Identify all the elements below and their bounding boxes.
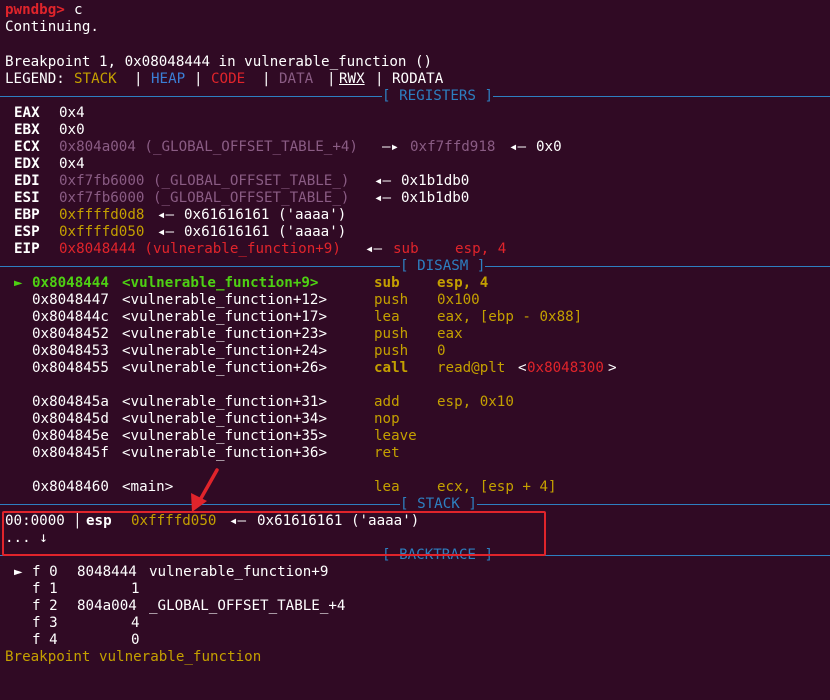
register-row: ESP 0xffffd050 ◂— 0x61616161 ('aaaa') xyxy=(14,224,347,240)
legend-sep: | xyxy=(327,71,336,87)
disasm-row: 0x8048452 <vulnerable_function+23> push … xyxy=(32,326,463,342)
breakpoint-line: Breakpoint 1, 0x08048444 in vulnerable_f… xyxy=(5,54,433,70)
register-row: EBX 0x0 xyxy=(14,122,85,138)
disasm-title: [ DISASM ] xyxy=(400,258,486,275)
disasm-row: 0x8048460 <main> lea ecx, [esp + 4] xyxy=(32,479,557,495)
register-row: ESI 0xf7fb6000 (_GLOBAL_OFFSET_TABLE_) ◂… xyxy=(14,190,470,206)
terminal-window[interactable]: pwndbg> c Continuing. Breakpoint 1, 0x08… xyxy=(0,0,830,668)
disasm-row-current: ► 0x8048444 <vulnerable_function+9> sub … xyxy=(14,275,489,291)
legend-line: LEGEND: STACK | HEAP | CODE | DATA | RWX… xyxy=(5,71,443,88)
legend-sep: | xyxy=(375,71,384,87)
legend-rodata: RODATA xyxy=(392,71,444,87)
backtrace-row: f 4 0 xyxy=(32,632,140,648)
legend-data: DATA xyxy=(279,71,314,87)
backtrace-row: f 3 4 xyxy=(32,615,140,631)
disasm-row: 0x8048455 <vulnerable_function+26> call … xyxy=(32,360,617,376)
register-row: EBP 0xffffd0d8 ◂— 0x61616161 ('aaaa') xyxy=(14,207,347,223)
prompt-label: pwndbg> xyxy=(5,2,65,18)
disasm-row: 0x804845d <vulnerable_function+34> nop xyxy=(32,411,400,427)
disasm-row: 0x804845f <vulnerable_function+36> ret xyxy=(32,445,400,461)
prompt-command: c xyxy=(74,2,83,18)
legend-prefix: LEGEND: xyxy=(5,71,65,87)
breakpoint-footer: Breakpoint vulnerable_function xyxy=(5,649,262,665)
legend-rwx: RWX xyxy=(339,71,365,87)
disasm-row: 0x8048447 <vulnerable_function+12> push … xyxy=(32,292,480,308)
disasm-row: 0x804845a <vulnerable_function+31> add e… xyxy=(32,394,514,410)
backtrace-row: f 2 804a004 _GLOBAL_OFFSET_TABLE_+4 xyxy=(32,598,346,614)
disasm-separator: [ DISASM ] xyxy=(0,258,830,275)
disasm-row: 0x804845e <vulnerable_function+35> leave xyxy=(32,428,417,444)
continuing-text: Continuing. xyxy=(5,19,99,35)
legend-sep: | xyxy=(134,71,143,87)
backtrace-row: f 1 1 xyxy=(32,581,140,597)
current-instruction-marker-icon: ► xyxy=(14,275,23,291)
prompt-line: pwndbg> c xyxy=(5,2,83,19)
disasm-row: 0x804844c <vulnerable_function+17> lea e… xyxy=(32,309,583,325)
register-row: EDI 0xf7fb6000 (_GLOBAL_OFFSET_TABLE_) ◂… xyxy=(14,173,470,189)
legend-stack: STACK xyxy=(74,71,117,87)
legend-heap: HEAP xyxy=(151,71,186,87)
registers-title: [ REGISTERS ] xyxy=(382,88,494,105)
register-row: EDX 0x4 xyxy=(14,156,85,172)
legend-sep: | xyxy=(262,71,271,87)
disasm-row: 0x8048453 <vulnerable_function+24> push … xyxy=(32,343,446,359)
register-row: EIP 0x8048444 (vulnerable_function+9) ◂—… xyxy=(14,241,507,257)
annotation-highlight-box xyxy=(2,511,546,556)
registers-separator: [ REGISTERS ] xyxy=(0,88,830,105)
backtrace-row: ► f 0 8048444 vulnerable_function+9 xyxy=(14,564,329,580)
register-row: EAX 0x4 xyxy=(14,105,85,121)
legend-sep: | xyxy=(194,71,203,87)
register-row: ECX 0x804a004 (_GLOBAL_OFFSET_TABLE_+4) … xyxy=(14,139,562,155)
legend-code: CODE xyxy=(211,71,246,87)
frame-marker-icon: ► xyxy=(14,564,23,580)
